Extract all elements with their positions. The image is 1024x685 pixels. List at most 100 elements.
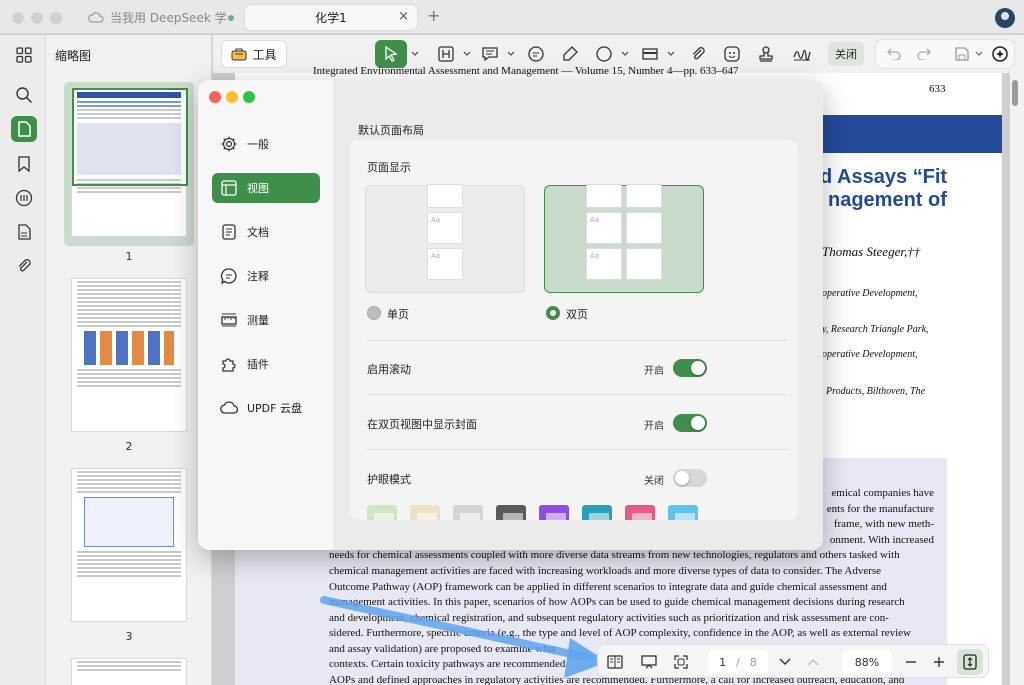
page-indicator[interactable]: 1 / 8 [708, 650, 768, 674]
thumbnail-page-2[interactable] [71, 278, 187, 432]
settings-nav-plugins[interactable]: 插件 [212, 349, 320, 379]
zoom-out-button[interactable] [900, 649, 922, 675]
thumbnail-page-number: 3 [125, 630, 133, 643]
rail-search-button[interactable] [11, 82, 37, 108]
view-settings-panel: 页面显示 Aa Aa Aa Aa 单页 双页 启用滚动 开启 在双页视图中显示封… [350, 140, 797, 520]
settings-nav-document[interactable]: 文档 [212, 217, 320, 247]
eye-care-swatch[interactable] [539, 505, 569, 520]
eye-care-swatch[interactable] [367, 505, 397, 520]
settings-nav-view[interactable]: 视图 [212, 173, 320, 203]
next-page-button[interactable] [774, 649, 796, 675]
tutorial-arrow [320, 596, 608, 678]
reading-mode-button[interactable] [602, 649, 628, 675]
show-cover-toggle[interactable] [673, 414, 707, 432]
settings-content: 默认页面布局 页面显示 Aa Aa Aa Aa 单页 双页 启用滚动 开启 在双… [333, 80, 823, 550]
settings-nav-annotation[interactable]: 注释 [212, 261, 320, 291]
tab-deepseek[interactable]: 当我用 DeepSeek 学习 [78, 4, 240, 31]
window-minimize-button[interactable] [31, 12, 43, 24]
nav-label: UPDF 云盘 [247, 402, 302, 415]
close-toolbar-button[interactable]: 关闭 [828, 42, 864, 66]
page-display-label: 页面显示 [367, 161, 411, 174]
window-close-button[interactable] [12, 12, 24, 24]
eye-care-toggle[interactable] [673, 469, 707, 487]
rail-paperclip-button[interactable] [11, 253, 37, 279]
enable-scroll-state: 开启 [644, 366, 664, 377]
add-tab-button[interactable]: + [427, 6, 440, 25]
circle-icon [596, 46, 612, 62]
thumbnail-page-4[interactable] [71, 658, 187, 685]
fullscreen-button[interactable] [668, 649, 694, 675]
swatch-page-preview [417, 513, 437, 520]
presentation-button[interactable] [636, 649, 662, 675]
rail-attachments-button[interactable] [11, 219, 37, 245]
thumbnail-page-1[interactable] [71, 87, 188, 237]
undo-button[interactable] [882, 42, 906, 66]
cloud-icon [220, 401, 238, 414]
show-cover-label: 在双页视图中显示封面 [367, 418, 477, 431]
rail-thumbnails-button[interactable] [11, 42, 37, 68]
undo-icon [887, 48, 901, 60]
eye-care-swatch[interactable] [625, 505, 655, 520]
affiliation-line: operative Development, [822, 349, 918, 360]
save-dropdown[interactable] [974, 42, 984, 66]
save-button[interactable] [950, 42, 974, 66]
nav-label: 文档 [247, 226, 269, 239]
window-zoom-button[interactable] [50, 12, 62, 24]
bookmark-icon [18, 156, 30, 172]
file-icon [18, 121, 31, 137]
cursor-icon [385, 46, 398, 62]
rail-comments-button[interactable] [11, 185, 37, 211]
show-cover-state: 开启 [644, 421, 664, 432]
single-page-option[interactable]: Aa Aa [365, 184, 525, 293]
document-icon [222, 224, 236, 240]
double-page-option[interactable]: Aa Aa [544, 184, 704, 293]
rail-bookmark-button[interactable] [11, 151, 37, 177]
double-page-radio[interactable] [546, 306, 560, 320]
signature-tool-button[interactable] [789, 40, 815, 68]
redo-button[interactable] [912, 42, 936, 66]
tab-label: 当我用 DeepSeek 学习 [110, 11, 228, 25]
mini-page-text: Aa [590, 252, 600, 260]
zoom-level[interactable]: 88% [842, 650, 892, 674]
single-page-radio[interactable] [367, 306, 381, 320]
chevron-down-icon [667, 51, 675, 56]
eye-care-swatch[interactable] [496, 505, 526, 520]
thumbnail-page-3[interactable] [71, 468, 187, 622]
ai-assistant-button[interactable] [988, 42, 1012, 66]
settings-nav-measure[interactable]: 测量 [212, 305, 320, 335]
save-icon [955, 47, 969, 61]
scrollbar-thumb[interactable] [1012, 80, 1018, 106]
bottom-toolbar: 1 / 8 88% [597, 644, 989, 678]
fit-page-button[interactable] [957, 649, 983, 675]
enable-scroll-toggle[interactable] [673, 359, 707, 377]
eye-care-swatch[interactable] [582, 505, 612, 520]
tab-close-icon[interactable]: × [398, 9, 409, 24]
text-box-icon [438, 46, 454, 62]
settings-dialog: 一般 视图 文档 注释 测量 插件 UPDF 云盘 默认页面布局 页面显示 Aa… [198, 80, 823, 550]
zoom-value: 88% [854, 655, 880, 669]
settings-nav-general[interactable]: 一般 [212, 129, 320, 159]
title-bar: 当我用 DeepSeek 学习 化学1 × + [0, 0, 1024, 34]
settings-nav: 一般 视图 文档 注释 测量 插件 UPDF 云盘 [198, 80, 333, 550]
signature-icon [793, 49, 811, 61]
swatch-page-preview [460, 513, 480, 520]
nav-label: 测量 [247, 314, 269, 327]
article-title-line-2: nagement of [828, 189, 947, 211]
search-icon [16, 87, 32, 103]
zoom-in-button[interactable] [928, 649, 950, 675]
settings-nav-cloud[interactable]: UPDF 云盘 [212, 393, 320, 423]
book-icon [607, 655, 623, 669]
eye-care-swatch[interactable] [410, 505, 440, 520]
puzzle-icon [222, 358, 236, 372]
double-page-label: 双页 [566, 308, 588, 321]
avatar[interactable] [995, 8, 1015, 28]
vertical-scrollbar[interactable] [1010, 73, 1024, 685]
rail-pages-button[interactable] [11, 116, 37, 142]
running-header: Integrated Environmental Assessment and … [313, 65, 739, 77]
eye-care-swatch[interactable] [453, 505, 483, 520]
eye-care-swatch[interactable] [668, 505, 698, 520]
previous-page-button[interactable] [802, 649, 824, 675]
tools-button[interactable]: 工具 [221, 40, 287, 68]
tab-chemistry[interactable]: 化学1 × [244, 4, 418, 31]
affiliation-line: operative Development, [822, 288, 918, 299]
